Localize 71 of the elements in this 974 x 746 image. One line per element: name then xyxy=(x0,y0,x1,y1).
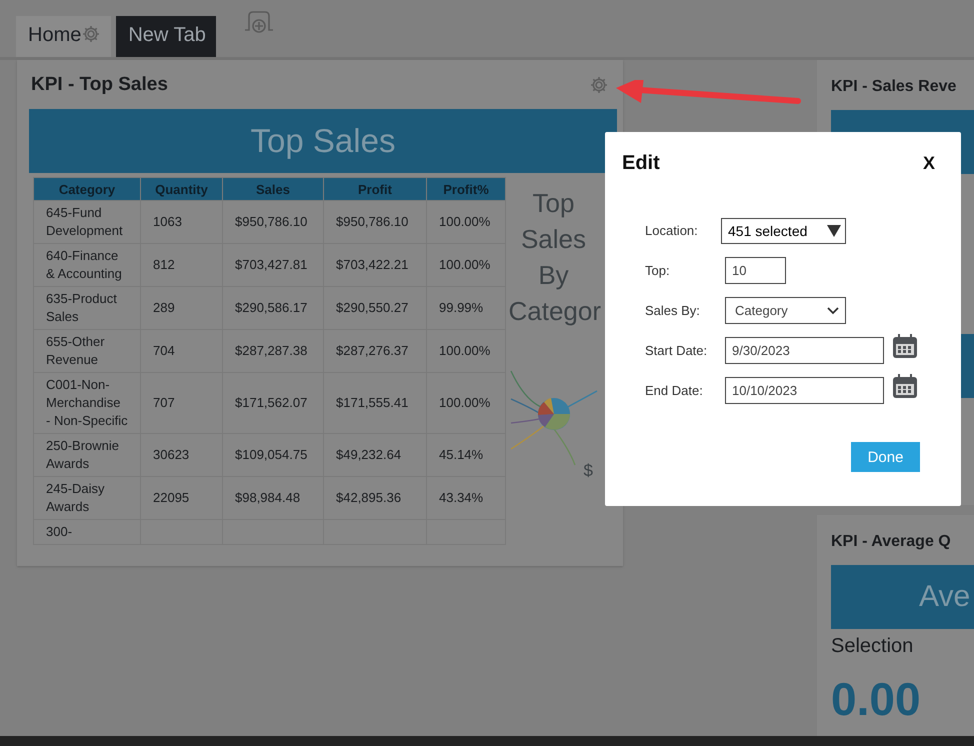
table-cell: 707 xyxy=(140,372,222,434)
settings-icon[interactable] xyxy=(81,24,102,44)
field-label: End Date: xyxy=(645,383,704,398)
table-cell: 704 xyxy=(140,330,222,372)
column-header: Category xyxy=(34,178,140,200)
table-cell: 30623 xyxy=(140,434,222,476)
table-cell: $703,427.81 xyxy=(222,244,324,286)
table-cell: 43.34% xyxy=(426,476,506,520)
calendar-icon[interactable] xyxy=(892,332,918,358)
table-cell: $171,555.41 xyxy=(324,372,426,434)
input-field[interactable]: 10 xyxy=(725,257,786,284)
column-header: Profit% xyxy=(426,178,506,200)
table-cell: 300- xyxy=(34,520,140,544)
table-cell: 100.00% xyxy=(426,372,506,434)
table-cell: 100.00% xyxy=(426,200,506,244)
table-cell: $287,276.37 xyxy=(324,330,426,372)
table-cell: $290,586.17 xyxy=(222,286,324,330)
dialog-title: Edit xyxy=(622,152,660,175)
add-tab-icon[interactable] xyxy=(242,10,275,36)
axis-label: $ xyxy=(584,461,593,481)
table-cell: 99.99% xyxy=(426,286,506,330)
table-cell: 640-Finance & Accounting xyxy=(34,244,140,286)
table-cell: $109,054.75 xyxy=(222,434,324,476)
card-title: KPI - Top Sales xyxy=(31,74,168,96)
date-field[interactable]: 9/30/2023 xyxy=(725,337,884,364)
date-field[interactable]: 10/10/2023 xyxy=(725,377,884,404)
field-label: Location: xyxy=(645,223,699,238)
table-cell: 245-Daisy Awards xyxy=(34,476,140,520)
table-cell: 100.00% xyxy=(426,330,506,372)
close-button[interactable]: X xyxy=(922,153,935,174)
table-cell: 635-Product Sales xyxy=(34,286,140,330)
table-cell: 289 xyxy=(140,286,222,330)
table-cell: 45.14% xyxy=(426,434,506,476)
card-title: KPI - Sales Reve xyxy=(831,77,958,97)
kpi-value: 0.00 xyxy=(831,672,922,726)
column-header: Quantity xyxy=(140,178,222,200)
table-cell: $703,422.21 xyxy=(324,244,426,286)
card-title: KPI - Average Q xyxy=(831,532,952,552)
table-cell: 100.00% xyxy=(426,244,506,286)
table-cell: $950,786.10 xyxy=(222,200,324,244)
column-header: Sales xyxy=(222,178,324,200)
table-cell: 812 xyxy=(140,244,222,286)
table-cell: $98,984.48 xyxy=(222,476,324,520)
tab[interactable]: Home xyxy=(16,16,112,57)
caret-icon xyxy=(827,224,841,236)
card-banner: Ave xyxy=(831,565,974,629)
sales-by-dropdown[interactable]: Category xyxy=(725,297,846,324)
settings-icon[interactable] xyxy=(589,75,609,95)
selection-label: Selection xyxy=(831,635,914,658)
calendar-icon[interactable] xyxy=(892,372,918,398)
field-label: Top: xyxy=(645,263,671,278)
table-cell: $287,287.38 xyxy=(222,330,324,372)
table-cell: 22095 xyxy=(140,476,222,520)
table-cell: 250-Brownie Awards xyxy=(34,434,140,476)
table-cell: 1063 xyxy=(140,200,222,244)
location-dropdown[interactable]: 451 selected xyxy=(721,218,846,244)
column-header: Profit xyxy=(324,178,426,200)
field-label: Sales By: xyxy=(645,303,701,318)
table-cell: $950,786.10 xyxy=(324,200,426,244)
table-cell: C001-Non-Merchandise - Non-Specific xyxy=(34,372,140,434)
table-cell: $42,895.36 xyxy=(324,476,426,520)
tab[interactable]: New Tab xyxy=(116,16,216,57)
table-cell: 655-Other Revenue xyxy=(34,330,140,372)
table-cell: 645-Fund Development xyxy=(34,200,140,244)
table-cell: $49,232.64 xyxy=(324,434,426,476)
table-cell: $171,562.07 xyxy=(222,372,324,434)
chart-title: Top Sales By Categor xyxy=(508,187,598,328)
table-cell: $290,550.27 xyxy=(324,286,426,330)
field-label: Start Date: xyxy=(645,343,708,358)
card-banner: Top Sales xyxy=(29,109,617,173)
chevron-icon xyxy=(827,306,839,314)
